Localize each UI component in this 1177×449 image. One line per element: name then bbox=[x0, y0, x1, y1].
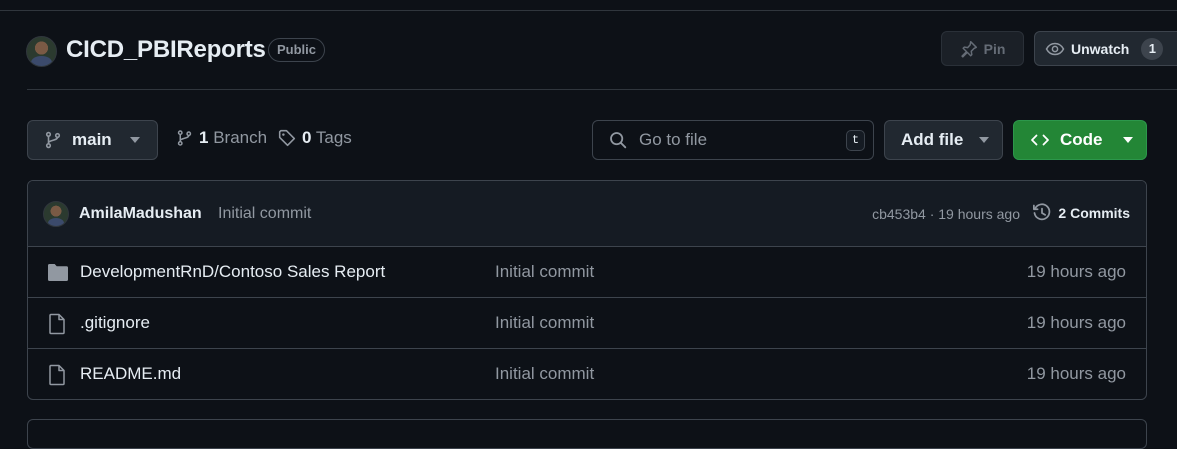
branch-name: main bbox=[72, 130, 112, 149]
pin-icon bbox=[960, 40, 978, 58]
tag-count: 0 bbox=[302, 128, 312, 147]
file-commit-time: 19 hours ago bbox=[1026, 313, 1126, 332]
add-file-button[interactable]: Add file bbox=[884, 120, 1003, 160]
visibility-badge: Public bbox=[268, 38, 326, 62]
chevron-down-icon bbox=[979, 137, 990, 143]
unwatch-button[interactable]: Unwatch 1 bbox=[1034, 31, 1177, 66]
file-commit-message[interactable]: Initial commit bbox=[495, 262, 594, 282]
branch-icon bbox=[176, 129, 193, 147]
file-row[interactable]: DevelopmentRnD/Contoso Sales Report Init… bbox=[28, 247, 1146, 298]
branch-icon bbox=[44, 131, 62, 149]
top-divider bbox=[0, 10, 1177, 11]
go-to-file-search[interactable]: t bbox=[592, 120, 874, 160]
code-button[interactable]: Code bbox=[1013, 120, 1147, 160]
file-row[interactable]: .gitignore Initial commit 19 hours ago bbox=[28, 298, 1146, 349]
commits-count-label: 2 Commits bbox=[1058, 205, 1130, 221]
history-icon bbox=[1032, 203, 1052, 223]
repo-title[interactable]: CICD_PBIReports bbox=[66, 36, 266, 64]
file-browser-panel: AmilaMadushan Initial commit cb453b4 · 1… bbox=[27, 180, 1147, 400]
file-commit-message[interactable]: Initial commit bbox=[495, 313, 594, 333]
pin-button[interactable]: Pin bbox=[941, 31, 1024, 66]
chevron-down-icon bbox=[129, 137, 140, 143]
chevron-down-icon bbox=[1122, 137, 1133, 143]
file-name[interactable]: .gitignore bbox=[80, 313, 150, 333]
branch-select-button[interactable]: main bbox=[27, 120, 158, 160]
search-icon bbox=[609, 131, 627, 149]
branch-count: 1 bbox=[199, 128, 209, 147]
readme-panel-edge bbox=[27, 419, 1147, 449]
tags-link[interactable]: 0 Tags bbox=[278, 128, 352, 148]
branch-label: Branch bbox=[213, 128, 268, 147]
keyboard-shortcut-hint: t bbox=[846, 130, 865, 151]
commit-hash-time[interactable]: cb453b4 · 19 hours ago bbox=[872, 206, 1020, 222]
branches-link[interactable]: 1 Branch bbox=[176, 128, 267, 148]
file-commit-message[interactable]: Initial commit bbox=[495, 364, 594, 384]
file-icon bbox=[47, 364, 67, 386]
tag-icon bbox=[278, 129, 296, 147]
unwatch-label: Unwatch bbox=[1071, 40, 1130, 57]
eye-icon bbox=[1045, 41, 1065, 57]
latest-commit-bar: AmilaMadushan Initial commit cb453b4 · 1… bbox=[28, 181, 1146, 247]
owner-avatar[interactable] bbox=[26, 36, 57, 67]
header-divider bbox=[27, 89, 1177, 90]
file-commit-time: 19 hours ago bbox=[1026, 364, 1126, 383]
code-icon bbox=[1030, 132, 1050, 148]
file-row[interactable]: README.md Initial commit 19 hours ago bbox=[28, 349, 1146, 399]
pin-label: Pin bbox=[983, 40, 1006, 57]
code-label: Code bbox=[1060, 130, 1103, 149]
file-name[interactable]: README.md bbox=[80, 364, 181, 384]
file-commit-time: 19 hours ago bbox=[1026, 262, 1126, 281]
folder-icon bbox=[47, 262, 69, 282]
watch-count: 1 bbox=[1141, 37, 1164, 60]
author-avatar[interactable] bbox=[43, 201, 69, 227]
commit-author[interactable]: AmilaMadushan bbox=[79, 205, 202, 223]
add-file-label: Add file bbox=[901, 130, 964, 149]
go-to-file-input[interactable] bbox=[639, 130, 829, 150]
commits-history-link[interactable]: 2 Commits bbox=[1032, 203, 1130, 223]
commit-message[interactable]: Initial commit bbox=[218, 205, 311, 223]
tag-label: Tags bbox=[315, 128, 352, 147]
file-icon bbox=[47, 313, 67, 335]
file-name[interactable]: DevelopmentRnD/Contoso Sales Report bbox=[80, 262, 385, 282]
